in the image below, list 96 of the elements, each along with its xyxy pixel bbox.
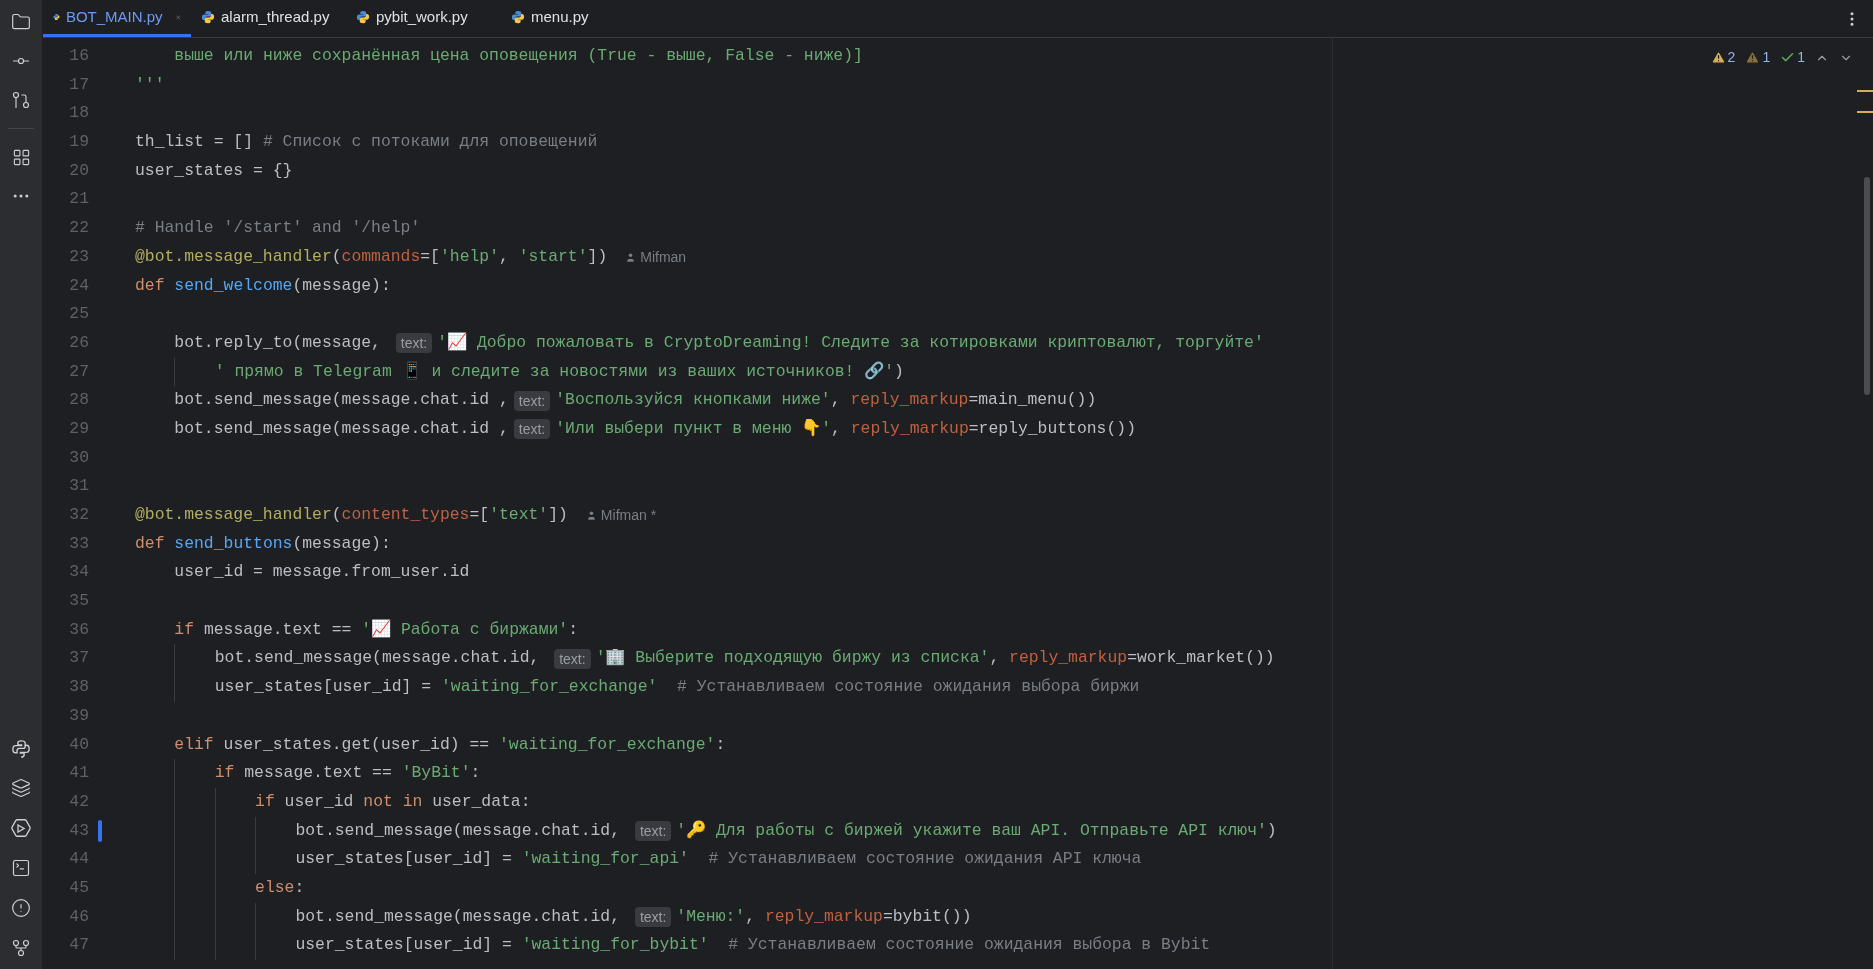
line-number: 28: [69, 389, 89, 412]
code-text: '🏢 Выберите подходящую биржу из списка', reply_markup=work_market()): [595, 647, 1275, 670]
line-number: 32: [69, 504, 89, 527]
code-text: user_states = {}: [135, 159, 293, 182]
line-number: 35: [69, 590, 89, 613]
code-text: def send_buttons(message):: [135, 532, 391, 555]
line-number: 47: [69, 934, 89, 957]
code-text: bot.send_message(message.chat.id,: [295, 819, 622, 842]
line-number: 20: [69, 159, 89, 182]
inlay-hint: text:: [513, 390, 551, 411]
code-text: bot.send_message(message.chat.id,: [295, 905, 622, 928]
line-number: 29: [69, 417, 89, 440]
line-number: 45: [69, 876, 89, 899]
problems-icon[interactable]: [10, 897, 32, 919]
line-number: 43: [69, 819, 89, 842]
author-annotation[interactable]: Mifman *: [585, 504, 657, 526]
line-number: 39: [69, 704, 89, 727]
editor-tab[interactable]: alarm_thread.py: [191, 0, 346, 37]
code-text: @bot.message_handler(content_types=['text']): [135, 504, 568, 527]
line-number: 34: [69, 561, 89, 584]
code-text: '📈 Добро пожаловать в CryptoDreaming! Следите за котировками криптовалют, торгуйте': [437, 331, 1264, 354]
line-number: 40: [69, 733, 89, 756]
python-file-icon: [356, 10, 370, 24]
inspection-count[interactable]: 1: [1780, 47, 1805, 68]
author-annotation[interactable]: Mifman: [625, 246, 687, 268]
line-number: 33: [69, 532, 89, 555]
code-text: bot.reply_to(message,: [174, 331, 382, 354]
line-number: 30: [69, 446, 89, 469]
line-number: 46: [69, 905, 89, 928]
code-text: user_states[user_id] = 'waiting_for_api' # Устанавливаем состояние ожидания API ключа: [295, 848, 1142, 871]
user-icon: [625, 251, 637, 263]
code-text: elif user_states.get(user_id) == 'waiting_for_exchange':: [174, 733, 726, 756]
code-text: user_states[user_id] = 'waiting_for_bybit' # Устанавливаем состояние ожидания выбора в Bybit: [295, 934, 1211, 957]
warning-icon: [1745, 50, 1761, 65]
line-number: 26: [69, 331, 89, 354]
line-number: 42: [69, 790, 89, 813]
code-text: 'Или выбери пункт в меню 👇', reply_markup=reply_buttons()): [555, 417, 1136, 440]
line-number: 27: [69, 360, 89, 383]
layers-icon[interactable]: [10, 777, 32, 799]
line-number: 31: [69, 475, 89, 498]
inlay-hint: text:: [395, 333, 433, 354]
inlay-hint: text:: [554, 648, 591, 669]
user-icon: [585, 509, 597, 521]
inlay-hint: text:: [634, 906, 672, 927]
code-text: выше или ниже сохранённая цена оповещения (True - выше, False - ниже)]: [174, 45, 863, 68]
code-text: user_states[user_id] = 'waiting_for_exchange' # Устанавливаем состояние ожидания выбора биржи: [214, 676, 1140, 699]
inlay-hint: text:: [634, 820, 672, 841]
line-number: 37: [69, 647, 89, 670]
line-number: 16: [69, 45, 89, 68]
python-icon[interactable]: [11, 739, 31, 759]
run-services-icon[interactable]: [10, 817, 32, 839]
python-file-icon: [201, 10, 215, 24]
line-number: 21: [69, 188, 89, 211]
line-number: 38: [69, 676, 89, 699]
code-text: if message.text == '📈 Работа с биржами':: [174, 618, 578, 641]
code-text: if message.text == 'ByBit':: [214, 762, 481, 785]
line-number: 19: [69, 131, 89, 154]
code-text: bot.send_message(message.chat.id ,: [174, 417, 509, 440]
inspection-count[interactable]: 2: [1710, 47, 1736, 68]
code-text: user_id = message.from_user.id: [174, 561, 470, 584]
editor-tab[interactable]: menu.py: [501, 0, 621, 37]
code-text: else:: [255, 876, 305, 899]
line-number: 23: [69, 245, 89, 268]
line-number: 41: [69, 762, 89, 785]
line-number: 36: [69, 618, 89, 641]
line-number: 44: [69, 848, 89, 871]
code-text: th_list = [] # Список с потоками для оповещений: [135, 131, 598, 154]
git-branch-icon[interactable]: [10, 937, 32, 959]
scrollbar-thumb[interactable]: [1864, 177, 1870, 395]
line-number: 18: [69, 102, 89, 125]
pull-request-icon[interactable]: [10, 89, 32, 111]
code-text: 'Меню:', reply_markup=bybit()): [676, 905, 972, 928]
code-text: 'Воспользуйся кнопками ниже', reply_markup=main_menu()): [555, 389, 1097, 412]
code-text: ' прямо в Telegram 📱 и следите за новостями из ваших источников! 🔗'): [214, 360, 904, 383]
code-text: ''': [135, 73, 165, 96]
editor-tab[interactable]: BOT_MAIN.py: [43, 0, 191, 37]
code-text: @bot.message_handler(commands=['help', 'start']): [135, 245, 608, 268]
line-number: 17: [69, 73, 89, 96]
change-marker[interactable]: [98, 819, 102, 842]
inspection-count[interactable]: 1: [1745, 47, 1771, 68]
author-name: Mifman: [640, 247, 687, 267]
line-number: 22: [69, 217, 89, 240]
code-text: bot.send_message(message.chat.id,: [214, 647, 541, 670]
editor-tab[interactable]: pybit_work.py: [346, 0, 501, 37]
line-number: 25: [69, 303, 89, 326]
inlay-hint: text:: [513, 419, 551, 440]
warning-icon: [1710, 50, 1726, 65]
code-text: def send_welcome(message):: [135, 274, 391, 297]
code-text: # Handle '/start' and '/help': [135, 217, 421, 240]
author-name: Mifman *: [600, 505, 657, 525]
python-file-icon: [511, 10, 525, 24]
line-number: 24: [69, 274, 89, 297]
code-text: '🔑 Для работы с биржей укажите ваш API. Отправьте API ключ'): [676, 819, 1277, 842]
terminal-icon[interactable]: [10, 857, 32, 879]
code-text: if user_id not in user_data:: [255, 790, 531, 813]
code-text: bot.send_message(message.chat.id ,: [174, 389, 509, 412]
